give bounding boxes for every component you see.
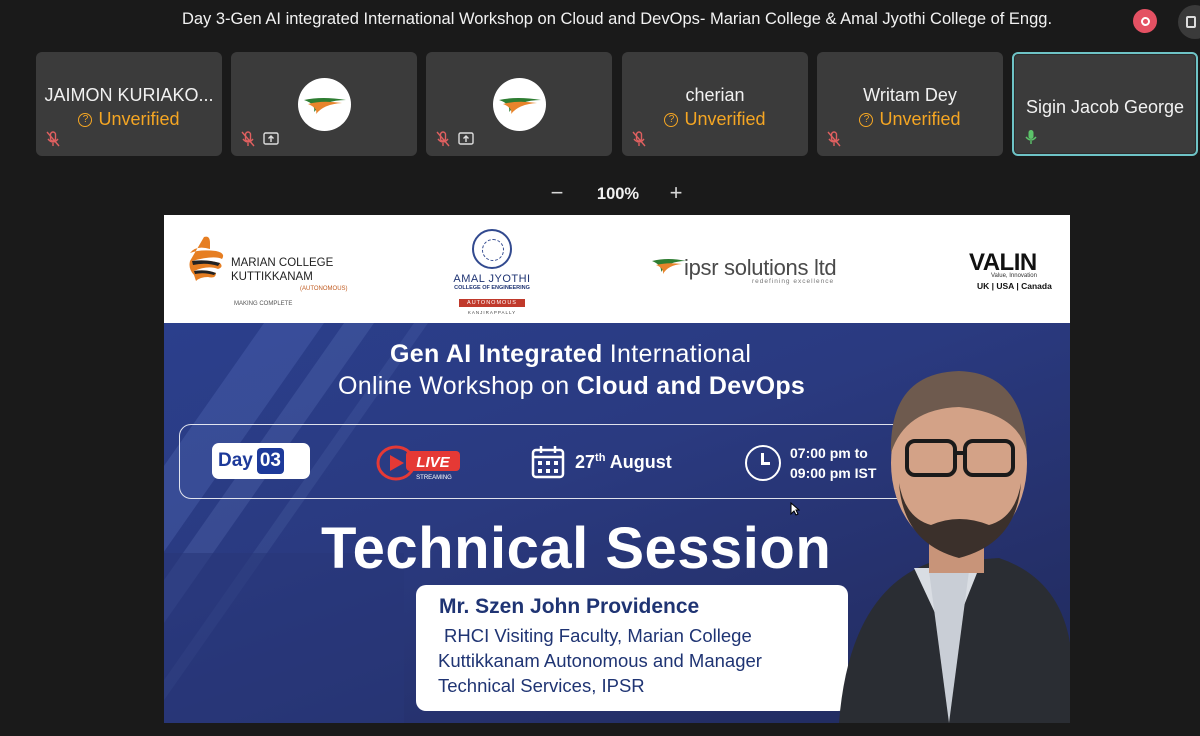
participant-tile[interactable]: Writam Dey ? Unverified — [817, 52, 1003, 156]
meeting-title: Day 3-Gen AI integrated International Wo… — [181, 10, 1053, 28]
participant-name: cherian — [685, 85, 745, 105]
speaker-card: Mr. Szen John Providence RHCI Visiting F… — [416, 585, 848, 711]
valin-tagline: Value, Innovation — [991, 273, 1037, 279]
date-month: August — [605, 452, 672, 472]
live-label: LIVE — [416, 454, 450, 471]
headline-line2: Online Workshop on Cloud and DevOps — [338, 372, 805, 401]
tile-icons — [632, 131, 646, 147]
mic-muted-icon — [241, 131, 255, 147]
status-label: Unverified — [879, 109, 961, 129]
recording-indicator-button[interactable] — [1133, 9, 1157, 33]
participant-tile[interactable]: cherian ? Unverified — [622, 52, 808, 156]
marian-line3: (AUTONOMOUS) — [300, 286, 348, 292]
marian-line2: KUTTIKKANAM — [231, 271, 313, 283]
headline-bold-2: Cloud and DevOps — [576, 372, 806, 400]
calendar-icon — [531, 446, 565, 479]
amal-seal-icon — [472, 229, 512, 269]
amal-line4: KANJIRAPPALLY — [467, 310, 517, 315]
headline-line1: Gen AI Integrated International — [390, 340, 751, 369]
mouse-cursor-icon — [790, 502, 800, 516]
layout-icon — [1186, 16, 1196, 28]
amal-jyothi-logo: AMAL JYOTHI COLLEGE OF ENGINEERING AUTON… — [442, 229, 542, 321]
warning-icon: ? — [78, 112, 93, 127]
clock-icon — [745, 445, 781, 481]
participant-name: JAIMON KURIAKO... — [44, 85, 214, 105]
ipsr-avatar-logo — [298, 78, 351, 131]
event-banner: Gen AI Integrated International Online W… — [164, 323, 1070, 723]
screen-share-icon — [263, 132, 279, 146]
logo-band: MARIAN COLLEGE KUTTIKKANAM (AUTONOMOUS) … — [164, 215, 1070, 323]
tile-icons — [827, 131, 841, 147]
zoom-level: 100% — [596, 185, 640, 203]
live-sub: STREAMING — [416, 475, 452, 481]
ipsr-logo: ipsr solutions ltd redefining excellence — [652, 253, 862, 293]
tile-icons — [241, 131, 279, 147]
participant-tile[interactable] — [231, 52, 417, 156]
meeting-window: Day 3-Gen AI integrated International Wo… — [0, 0, 1200, 736]
participant-status: ? Unverified — [622, 109, 808, 130]
date-day: 27 — [575, 452, 596, 472]
amal-line2: COLLEGE OF ENGINEERING — [454, 285, 530, 291]
marian-line1: MARIAN COLLEGE — [231, 257, 334, 269]
participant-status: ? Unverified — [817, 109, 1003, 130]
tile-icons — [436, 131, 474, 147]
date-suffix: th — [595, 452, 606, 464]
valin-regions: UK | USA | Canada — [977, 281, 1052, 291]
day-number: 03 — [256, 448, 284, 474]
headline-light-2: Online Workshop on — [338, 372, 577, 400]
status-label: Unverified — [98, 109, 180, 129]
participant-status: ? Unverified — [36, 109, 222, 130]
screen-share-icon — [458, 132, 474, 146]
participant-tile[interactable] — [426, 52, 612, 156]
participant-tile[interactable]: JAIMON KURIAKO... ? Unverified — [36, 52, 222, 156]
tile-icons — [1024, 129, 1038, 145]
warning-icon: ? — [664, 112, 679, 127]
zoom-in-button[interactable]: + — [665, 182, 687, 205]
tile-icons — [46, 131, 60, 147]
day-label: Day — [218, 450, 253, 471]
shared-screen: MARIAN COLLEGE KUTTIKKANAM (AUTONOMOUS) … — [164, 215, 1070, 723]
live-streaming-icon: LIVE STREAMING — [376, 445, 460, 481]
speaker-bio-line: RHCI Visiting Faculty, Marian College — [444, 625, 752, 646]
speaker-name: Mr. Szen John Providence — [439, 595, 700, 618]
day-badge: Day 03 — [212, 443, 310, 479]
warning-icon: ? — [859, 112, 874, 127]
layout-button[interactable] — [1178, 5, 1200, 39]
headline-light-1: International — [602, 340, 752, 368]
valin-logo: VALIN Value, Innovation UK | USA | Canad… — [969, 249, 1059, 299]
ipsr-tagline: redefining excellence — [752, 278, 835, 285]
mic-muted-icon — [46, 131, 60, 147]
headline-bold-1: Gen AI Integrated — [390, 340, 603, 368]
speaker-bio-line: Technical Services, IPSR — [438, 675, 645, 696]
mic-muted-icon — [632, 131, 646, 147]
marian-hand-icon — [189, 236, 224, 281]
mic-active-icon — [1024, 129, 1038, 145]
speaker-photo — [839, 371, 1070, 723]
participant-name: Sigin Jacob George — [1025, 97, 1185, 117]
marian-line4: MAKING COMPLETE — [234, 301, 293, 307]
participant-tile-active-speaker[interactable]: Sigin Jacob George — [1012, 52, 1198, 156]
amal-line3: AUTONOMOUS — [459, 299, 525, 307]
marian-college-logo: MARIAN COLLEGE KUTTIKKANAM (AUTONOMOUS) … — [186, 235, 348, 315]
participant-name: Writam Dey — [863, 85, 957, 105]
mic-muted-icon — [436, 131, 450, 147]
speaker-bio-line: Kuttikkanam Autonomous and Manager — [438, 650, 762, 671]
status-label: Unverified — [684, 109, 766, 129]
ipsr-swoosh-icon — [652, 259, 686, 274]
event-date: 27th August — [575, 452, 672, 473]
mic-muted-icon — [827, 131, 841, 147]
record-icon — [1140, 16, 1150, 26]
speaker-bio: RHCI Visiting Faculty, Marian College Ku… — [438, 623, 858, 698]
zoom-out-button[interactable]: − — [546, 182, 568, 205]
ipsr-avatar-logo — [493, 78, 546, 131]
session-title: Technical Session — [321, 516, 832, 581]
amal-line1: AMAL JYOTHI — [453, 273, 531, 285]
